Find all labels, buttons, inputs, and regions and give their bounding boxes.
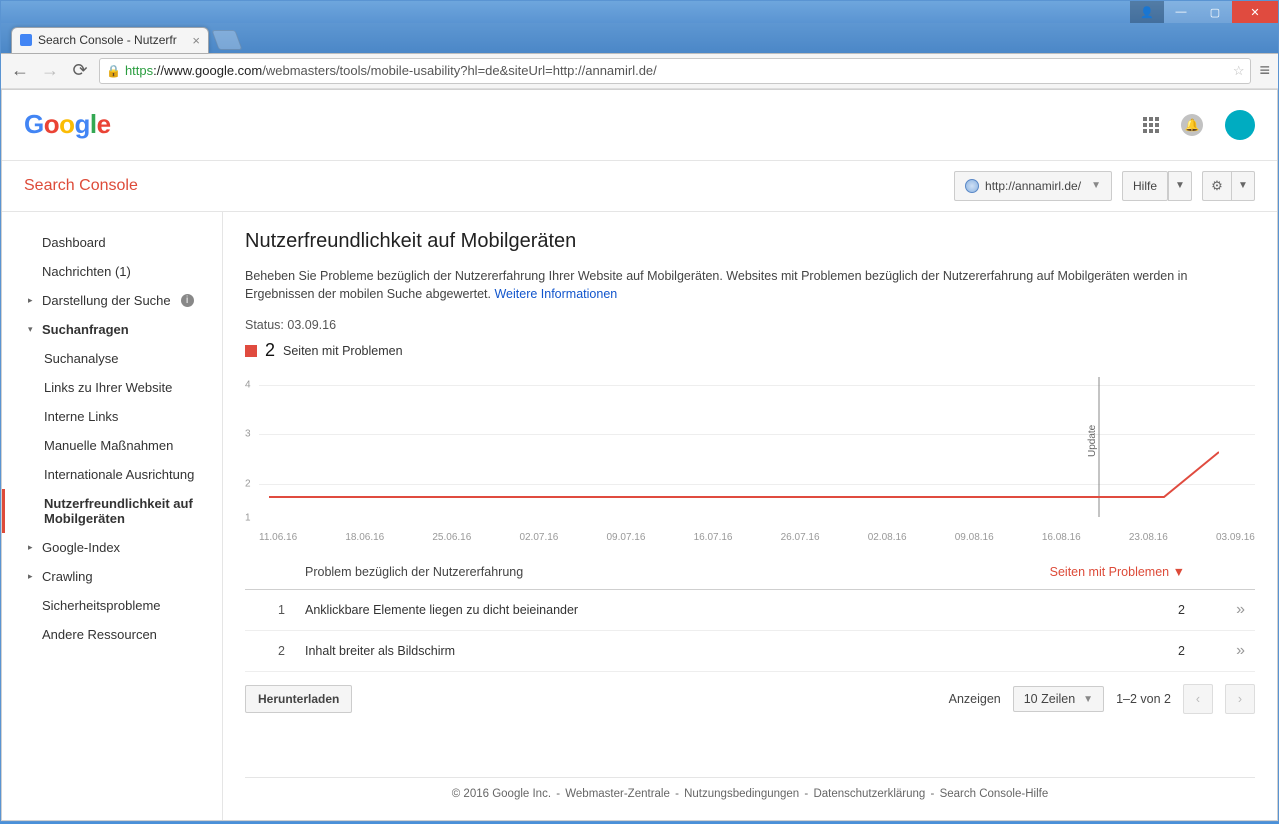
info-icon[interactable]: i <box>181 294 194 307</box>
help-button[interactable]: Hilfe <box>1122 171 1168 201</box>
chevron-down-icon: ▼ <box>1091 180 1101 191</box>
url-scheme: https <box>125 63 153 78</box>
main-content: Nutzerfreundlichkeit auf Mobilgeräten Be… <box>223 212 1277 820</box>
apps-icon[interactable] <box>1143 117 1159 133</box>
forward-button[interactable]: → <box>39 60 61 81</box>
sidebar-item-other-resources[interactable]: Andere Ressourcen <box>2 620 222 649</box>
footer-link[interactable]: Nutzungsbedingungen <box>684 788 799 800</box>
site-selector-label: http://annamirl.de/ <box>985 179 1081 193</box>
new-tab-button[interactable] <box>211 30 242 50</box>
issues-table: Problem bezüglich der Nutzererfahrung Se… <box>245 555 1255 672</box>
chevron-down-icon: ▼ <box>1238 180 1248 191</box>
tab-title: Search Console - Nutzerfr <box>38 33 177 47</box>
chevron-right-icon[interactable]: » <box>1195 631 1255 672</box>
y-tick: 3 <box>245 429 251 440</box>
chevron-right-icon[interactable]: » <box>1195 590 1255 631</box>
sidebar-item-dashboard[interactable]: Dashboard <box>2 228 222 257</box>
window-titlebar: 👤 — ▢ ✕ <box>1 1 1278 23</box>
issues-chart[interactable]: 4 3 2 1 Update 11.06.16 18.06.16 <box>245 373 1255 543</box>
sidebar: Dashboard Nachrichten (1) ▸Darstellung d… <box>2 212 223 820</box>
sidebar-item-search-queries[interactable]: ▾Suchanfragen <box>2 315 222 344</box>
favicon-icon <box>20 34 32 46</box>
notifications-icon[interactable]: 🔔 <box>1181 114 1203 136</box>
bookmark-icon[interactable]: ☆ <box>1233 63 1245 79</box>
next-page-button[interactable]: › <box>1225 684 1255 714</box>
prev-page-button[interactable]: ‹ <box>1183 684 1213 714</box>
sidebar-item-search-appearance[interactable]: ▸Darstellung der Suchei <box>2 286 222 315</box>
tab-close-icon[interactable]: × <box>192 33 200 48</box>
legend-count: 2 <box>265 340 275 361</box>
lock-icon: 🔒 <box>106 64 121 78</box>
legend-label: Seiten mit Problemen <box>283 344 403 358</box>
gear-icon: ⚙ <box>1211 178 1223 194</box>
product-title: Search Console <box>24 177 138 195</box>
y-tick: 2 <box>245 478 251 489</box>
footer-link[interactable]: Search Console-Hilfe <box>940 788 1049 800</box>
product-header: Search Console http://annamirl.de/ ▼ Hil… <box>2 161 1277 212</box>
settings-button[interactable]: ⚙ <box>1202 171 1231 201</box>
sidebar-item-links[interactable]: Links zu Ihrer Website <box>2 373 222 402</box>
page-range: 1–2 von 2 <box>1116 692 1171 706</box>
help-dropdown[interactable]: ▼ <box>1168 171 1192 201</box>
minimize-button[interactable]: — <box>1164 1 1198 23</box>
sidebar-item-messages[interactable]: Nachrichten (1) <box>2 257 222 286</box>
back-button[interactable]: ← <box>9 60 31 81</box>
show-label: Anzeigen <box>949 692 1001 706</box>
settings-dropdown[interactable]: ▼ <box>1231 171 1255 201</box>
chevron-down-icon: ▼ <box>1083 694 1093 705</box>
issue-text: Anklickbare Elemente liegen zu dicht bei… <box>295 590 1035 631</box>
browser-toolbar: ← → ⟳ 🔒 https ://www.google.com /webmast… <box>1 54 1278 89</box>
url-bar[interactable]: 🔒 https ://www.google.com /webmasters/to… <box>99 58 1251 84</box>
reload-button[interactable]: ⟳ <box>69 60 91 81</box>
issue-text: Inhalt breiter als Bildschirm <box>295 631 1035 672</box>
chart-legend: 2 Seiten mit Problemen <box>245 340 1255 361</box>
avatar[interactable] <box>1225 110 1255 140</box>
x-axis: 11.06.16 18.06.16 25.06.16 02.07.16 09.0… <box>259 532 1255 543</box>
profile-button[interactable]: 👤 <box>1130 1 1164 23</box>
sidebar-item-international[interactable]: Internationale Ausrichtung <box>2 460 222 489</box>
chart-svg: Update <box>259 377 1219 517</box>
page-footer: © 2016 Google Inc. - Webmaster-Zentrale … <box>245 777 1255 810</box>
pages-count: 2 <box>1035 631 1195 672</box>
google-header: Google 🔔 <box>2 90 1277 161</box>
y-tick: 4 <box>245 379 251 390</box>
page-title: Nutzerfreundlichkeit auf Mobilgeräten <box>245 230 1255 253</box>
sidebar-item-manual-actions[interactable]: Manuelle Maßnahmen <box>2 431 222 460</box>
download-button[interactable]: Herunterladen <box>245 685 352 713</box>
maximize-button[interactable]: ▢ <box>1198 1 1232 23</box>
close-button[interactable]: ✕ <box>1232 1 1278 23</box>
sidebar-item-security[interactable]: Sicherheitsprobleme <box>2 591 222 620</box>
browser-tab[interactable]: Search Console - Nutzerfr × <box>11 27 209 53</box>
table-row[interactable]: 1 Anklickbare Elemente liegen zu dicht b… <box>245 590 1255 631</box>
col-issue[interactable]: Problem bezüglich der Nutzererfahrung <box>295 555 1035 590</box>
url-path: /webmasters/tools/mobile-usability?hl=de… <box>262 63 657 78</box>
footer-link[interactable]: Webmaster-Zentrale <box>565 788 670 800</box>
col-pages[interactable]: Seiten mit Problemen ▼ <box>1035 555 1195 590</box>
sidebar-item-mobile-usability[interactable]: Nutzerfreundlichkeit auf Mobilgeräten <box>2 489 222 533</box>
chrome-menu-button[interactable]: ≡ <box>1259 60 1270 81</box>
legend-swatch <box>245 345 257 357</box>
google-logo[interactable]: Google <box>24 109 111 140</box>
table-row[interactable]: 2 Inhalt breiter als Bildschirm 2 » <box>245 631 1255 672</box>
footer-link[interactable]: Datenschutzerklärung <box>813 788 925 800</box>
y-tick: 1 <box>245 512 251 523</box>
more-info-link[interactable]: Weitere Informationen <box>494 287 617 301</box>
page-description: Beheben Sie Probleme bezüglich der Nutze… <box>245 267 1255 305</box>
sidebar-item-internal-links[interactable]: Interne Links <box>2 402 222 431</box>
update-annotation: Update <box>1087 424 1098 457</box>
sidebar-item-search-analysis[interactable]: Suchanalyse <box>2 344 222 373</box>
table-footer: Herunterladen Anzeigen 10 Zeilen ▼ 1–2 v… <box>245 672 1255 726</box>
chevron-down-icon: ▼ <box>1175 180 1185 191</box>
pages-count: 2 <box>1035 590 1195 631</box>
rows-select[interactable]: 10 Zeilen ▼ <box>1013 686 1104 712</box>
site-selector[interactable]: http://annamirl.de/ ▼ <box>954 171 1112 201</box>
sidebar-item-google-index[interactable]: ▸Google-Index <box>2 533 222 562</box>
status-text: Status: 03.09.16 <box>245 318 1255 332</box>
globe-icon <box>965 179 979 193</box>
sidebar-item-crawling[interactable]: ▸Crawling <box>2 562 222 591</box>
browser-tabstrip: Search Console - Nutzerfr × <box>1 23 1278 54</box>
url-host: ://www.google.com <box>153 63 262 78</box>
